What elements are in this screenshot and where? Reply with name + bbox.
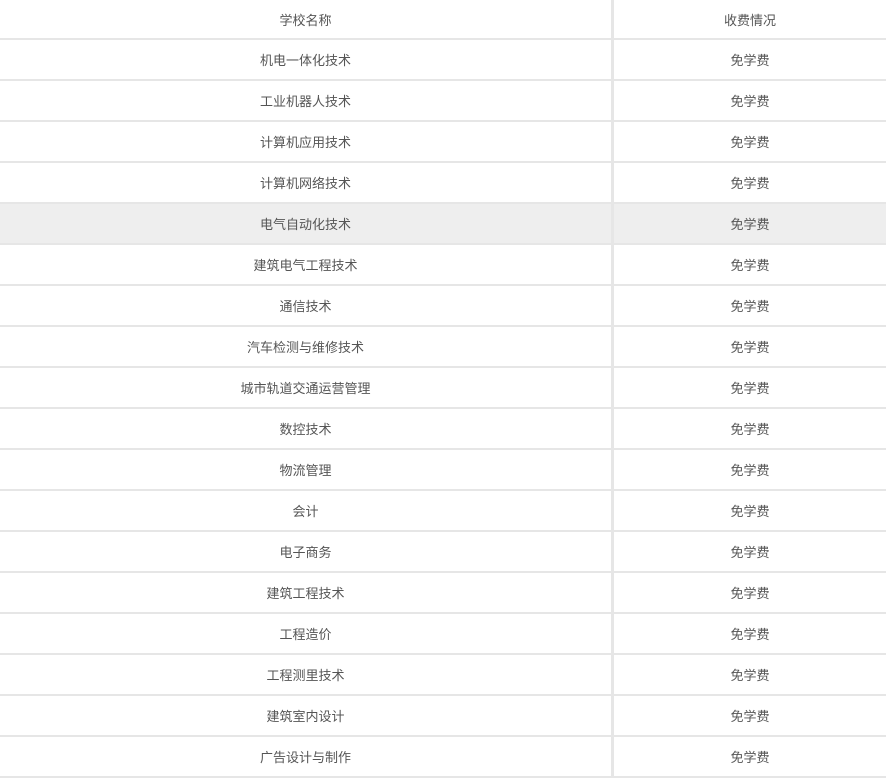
program-name-cell: 数控技术 xyxy=(0,409,614,448)
program-name-cell: 工业机器人技术 xyxy=(0,81,614,120)
fee-status-cell: 免学费 xyxy=(730,587,770,602)
program-name-cell: 电气自动化技术 xyxy=(0,204,614,243)
table-row: 机电一体化技术 免学费 xyxy=(0,40,886,81)
program-name-cell: 建筑工程技术 xyxy=(0,573,614,612)
fee-status-cell: 免学费 xyxy=(730,628,770,643)
table-row: 计算机应用技术 免学费 xyxy=(0,122,886,163)
table-row: 建筑工程技术 免学费 xyxy=(0,573,886,614)
program-name-cell: 计算机应用技术 xyxy=(0,122,614,161)
program-name-cell: 工程测里技术 xyxy=(0,655,614,694)
table-row: 建筑电气工程技术 免学费 xyxy=(0,245,886,286)
header-school-name: 学校名称 xyxy=(0,0,614,38)
tuition-table: 学校名称 收费情况 机电一体化技术 免学费 工业机器人技术 免学费 计算机应用技术 免学费… xyxy=(0,0,886,778)
fee-status-cell: 免学费 xyxy=(730,341,770,356)
fee-status-cell: 免学费 xyxy=(730,54,770,69)
program-name-cell: 通信技术 xyxy=(0,286,614,325)
fee-status-cell: 免学费 xyxy=(730,136,770,151)
fee-status-cell: 免学费 xyxy=(730,505,770,520)
table-body: 机电一体化技术 免学费 工业机器人技术 免学费 计算机应用技术 免学费 计算机网络技术 免学费… xyxy=(0,40,886,778)
program-name-cell: 广告设计与制作 xyxy=(0,737,614,776)
fee-status-cell: 免学费 xyxy=(730,546,770,561)
fee-status-cell: 免学费 xyxy=(730,259,770,274)
program-name-cell: 计算机网络技术 xyxy=(0,163,614,202)
table-row: 工程造价 免学费 xyxy=(0,614,886,655)
table-row: 会计 免学费 xyxy=(0,491,886,532)
table-row: 建筑室内设计 免学费 xyxy=(0,696,886,737)
fee-status-cell: 免学费 xyxy=(730,177,770,192)
table-row: 汽车检测与维修技术 免学费 xyxy=(0,327,886,368)
program-name-cell: 汽车检测与维修技术 xyxy=(0,327,614,366)
program-name-cell: 建筑电气工程技术 xyxy=(0,245,614,284)
table-row: 城市轨道交通运营管理 免学费 xyxy=(0,368,886,409)
program-name-cell: 电子商务 xyxy=(0,532,614,571)
table-row: 物流管理 免学费 xyxy=(0,450,886,491)
fee-status-cell: 免学费 xyxy=(730,300,770,315)
table-header-row: 学校名称 收费情况 xyxy=(0,0,886,40)
program-name-cell: 物流管理 xyxy=(0,450,614,489)
program-name-cell: 工程造价 xyxy=(0,614,614,653)
fee-status-cell: 免学费 xyxy=(730,423,770,438)
table-row: 计算机网络技术 免学费 xyxy=(0,163,886,204)
fee-status-cell: 免学费 xyxy=(730,710,770,725)
table-row: 数控技术 免学费 xyxy=(0,409,886,450)
header-fee-status: 收费情况 xyxy=(723,13,776,29)
program-name-cell: 会计 xyxy=(0,491,614,530)
program-name-cell: 城市轨道交通运营管理 xyxy=(0,368,614,407)
fee-status-cell: 免学费 xyxy=(730,95,770,110)
fee-status-cell: 免学费 xyxy=(730,464,770,479)
fee-status-cell: 免学费 xyxy=(730,751,770,766)
table-row: 电子商务 免学费 xyxy=(0,532,886,573)
fee-status-cell: 免学费 xyxy=(730,382,770,397)
table-row: 通信技术 免学费 xyxy=(0,286,886,327)
program-name-cell: 机电一体化技术 xyxy=(0,40,614,79)
table-row: 工程测里技术 免学费 xyxy=(0,655,886,696)
table-row: 电气自动化技术 免学费 xyxy=(0,204,886,245)
fee-status-cell: 免学费 xyxy=(730,218,770,233)
table-row: 工业机器人技术 免学费 xyxy=(0,81,886,122)
fee-status-cell: 免学费 xyxy=(730,669,770,684)
program-name-cell: 建筑室内设计 xyxy=(0,696,614,735)
